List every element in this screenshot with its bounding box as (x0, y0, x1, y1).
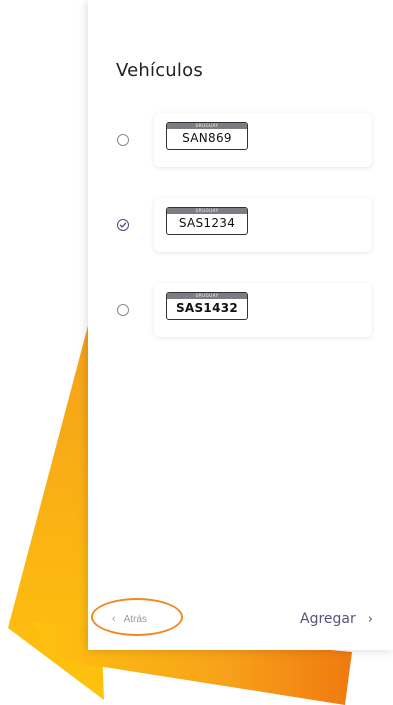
chevron-right-icon: › (367, 612, 373, 627)
vehicle-plate-card[interactable]: URUGUAY SAS1234 (154, 198, 372, 252)
plate-number: SAS1432 (175, 301, 239, 315)
add-button[interactable]: Agregar › (300, 611, 373, 627)
page-title: Vehículos (116, 60, 203, 81)
vehicle-plate-card[interactable]: URUGUAY SAN869 (154, 113, 372, 167)
screen: Vehículos URUGUAY SAN869 URUGUAY SAS1234 (0, 0, 393, 705)
back-label: Atrás (123, 614, 148, 625)
license-plate: URUGUAY SAS1432 (166, 292, 248, 320)
radio-empty-icon[interactable] (117, 304, 129, 316)
vehicle-row: URUGUAY SAS1432 (100, 283, 380, 343)
chevron-left-icon: ‹ (112, 613, 116, 625)
add-label: Agregar (300, 611, 356, 627)
checkmark-icon (119, 222, 127, 228)
check-circle-icon[interactable] (117, 219, 129, 231)
license-plate: URUGUAY SAN869 (166, 122, 248, 150)
radio-empty-icon[interactable] (117, 134, 129, 146)
vehicle-plate-card[interactable]: URUGUAY SAS1432 (154, 283, 372, 337)
vehicle-row: URUGUAY SAN869 (100, 113, 380, 173)
license-plate: URUGUAY SAS1234 (166, 207, 248, 235)
plate-number: SAS1234 (178, 216, 236, 230)
back-button[interactable]: ‹ Atrás (112, 613, 147, 625)
vehicle-row: URUGUAY SAS1234 (100, 198, 380, 258)
plate-number: SAN869 (182, 131, 232, 145)
